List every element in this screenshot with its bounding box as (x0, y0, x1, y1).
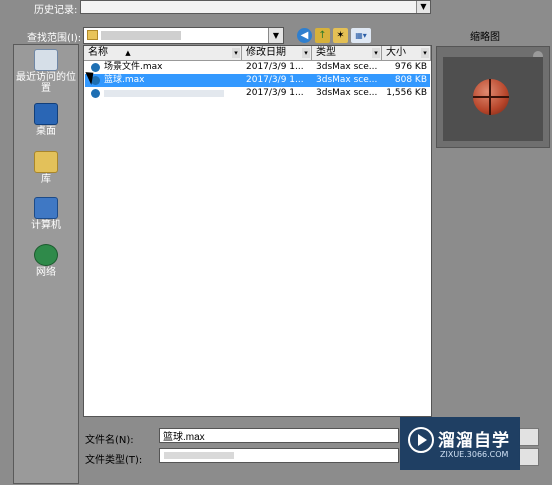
column-header-label: 修改日期 (246, 47, 286, 58)
sort-arrow-icon: ▲ (125, 49, 131, 57)
max-file-icon (91, 89, 100, 98)
column-header-date[interactable]: 修改日期 ▾ (242, 46, 312, 61)
folder-icon (87, 30, 98, 40)
chevron-down-icon[interactable]: ▾ (372, 48, 380, 58)
place-label: 计算机 (31, 220, 61, 231)
place-libraries[interactable]: 库 (14, 151, 78, 185)
watermark-name: 溜溜自学 (438, 431, 510, 451)
file-row[interactable]: 2017/3/9 1... 3dsMax sce... 1,556 KB (85, 87, 430, 100)
place-recent[interactable]: 最近访问的位置 (14, 49, 78, 94)
thumbnail-label: 缩略图 (470, 32, 500, 43)
look-in-value (101, 31, 181, 40)
basketball-icon (473, 79, 509, 115)
open-button[interactable] (519, 428, 539, 446)
file-date: 2017/3/9 1... (246, 62, 304, 72)
watermark-url: ZIXUE.3066.COM (440, 450, 509, 459)
file-name (104, 90, 224, 97)
file-name: 场景文件.max (104, 62, 163, 72)
place-label: 库 (41, 174, 51, 185)
file-type: 3dsMax sce... (316, 75, 378, 85)
chevron-down-icon[interactable]: ▼ (416, 1, 430, 13)
place-network[interactable]: 网络 (14, 244, 78, 278)
history-label: 历史记录: (34, 5, 78, 16)
file-size: 808 KB (394, 75, 427, 85)
chevron-down-icon[interactable]: ▾ (302, 48, 310, 58)
recent-places-icon (34, 49, 58, 71)
file-type: 3dsMax sce... (316, 62, 378, 72)
file-row-selected[interactable]: 篮球.max 2017/3/9 1... 3dsMax sce... 808 K… (85, 74, 430, 87)
file-type: 3dsMax sce... (316, 88, 378, 98)
watermark-badge: 溜溜自学 ZIXUE.3066.COM (400, 417, 520, 470)
file-list[interactable]: 名称 ▲ ▾ 修改日期 ▾ 类型 ▾ 大小 ▾ 场景文件.max 2017/3/… (83, 45, 432, 417)
column-header-label: 类型 (316, 47, 336, 58)
file-type-label: 文件类型(T): (85, 455, 143, 466)
column-header-type[interactable]: 类型 ▾ (312, 46, 382, 61)
place-label: 最近访问的位置 (16, 72, 76, 94)
basketball-thumbnail (443, 57, 543, 141)
file-date: 2017/3/9 1... (246, 88, 304, 98)
file-type-dropdown[interactable] (159, 448, 399, 463)
library-folder-icon (34, 151, 58, 173)
new-folder-icon[interactable]: ✶ (333, 28, 348, 43)
column-header-size[interactable]: 大小 ▾ (382, 46, 431, 61)
desktop-icon (34, 103, 58, 125)
history-dropdown[interactable]: ▼ (80, 0, 431, 14)
file-row[interactable]: 场景文件.max 2017/3/9 1... 3dsMax sce... 976… (85, 61, 430, 74)
place-label: 网络 (36, 267, 56, 278)
file-type-value (164, 452, 234, 459)
thumbnail-preview (436, 46, 550, 148)
places-bar: 最近访问的位置 桌面 库 计算机 网络 (13, 44, 79, 484)
back-icon[interactable]: ◀ (297, 28, 312, 43)
chevron-down-icon[interactable]: ▼ (268, 28, 283, 43)
computer-icon (34, 197, 58, 219)
column-header-name[interactable]: 名称 ▲ ▾ (84, 46, 242, 61)
column-header-label: 名称 (88, 47, 108, 58)
look-in-dropdown[interactable]: ▼ (83, 27, 284, 44)
view-menu-icon[interactable]: ▦▾ (351, 28, 371, 43)
cancel-button[interactable] (519, 448, 539, 466)
up-folder-icon[interactable]: ↑ (315, 28, 330, 43)
file-size: 1,556 KB (386, 88, 427, 98)
play-logo-icon (408, 427, 434, 453)
file-name: 篮球.max (104, 75, 145, 85)
chevron-down-icon[interactable]: ▾ (421, 48, 429, 58)
network-icon (34, 244, 58, 266)
place-label: 桌面 (36, 126, 56, 137)
file-size: 976 KB (394, 62, 427, 72)
file-name-input[interactable] (159, 428, 399, 443)
chevron-down-icon[interactable]: ▾ (232, 48, 240, 58)
place-computer[interactable]: 计算机 (14, 197, 78, 231)
file-name-label: 文件名(N): (85, 435, 134, 446)
column-header-label: 大小 (386, 47, 406, 58)
place-desktop[interactable]: 桌面 (14, 103, 78, 137)
look-in-label: 查找范围(I): (27, 33, 82, 44)
file-date: 2017/3/9 1... (246, 75, 304, 85)
